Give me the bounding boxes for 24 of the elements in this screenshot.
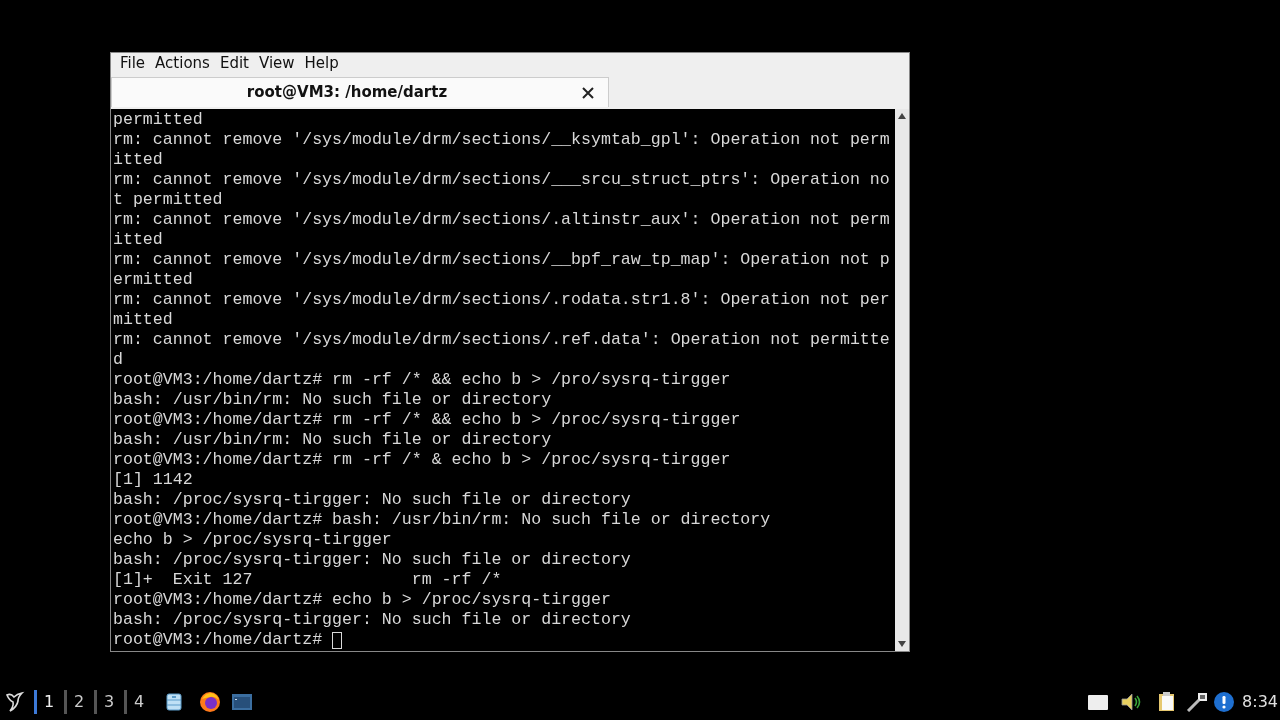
- scroll-up-icon[interactable]: [898, 113, 906, 119]
- menu-item[interactable]: Edit: [214, 52, 254, 75]
- browser-icon[interactable]: [199, 691, 221, 713]
- alert-icon[interactable]: [1214, 692, 1235, 712]
- text-cursor: [332, 631, 343, 649]
- menu-item[interactable]: Help: [299, 52, 344, 75]
- tab[interactable]: root@VM3: /home/dartz: [111, 77, 609, 107]
- close-icon[interactable]: [582, 86, 594, 99]
- workspace-button[interactable]: 1: [34, 690, 64, 714]
- scrollbar[interactable]: [895, 109, 909, 651]
- tab-title: root@VM3: /home/dartz: [245, 82, 449, 104]
- bird-logo-icon[interactable]: [5, 691, 25, 713]
- drive-icon[interactable]: [1088, 693, 1109, 711]
- scroll-down-icon[interactable]: [898, 641, 906, 647]
- menu-item[interactable]: File: [115, 52, 151, 75]
- workspace-button[interactable]: 4: [124, 690, 154, 714]
- menu-item[interactable]: View: [253, 52, 300, 75]
- clock[interactable]: 8:34: [1242, 690, 1278, 714]
- terminal-output: permitted rm: cannot remove '/sys/module/drm/sections/__ksymtab_gpl': Operation not perm itted rm: cannot remove '/sys/module/drm/sections/___srcu_struct_ptrs': Operation no t permitted rm: cannot remove '/sys/module/drm/sections/.altinstr_aux': Operation not perm itted rm: cannot remove '/sys/module/drm/sections/__bpf_raw_tp_map': Operation not p ermitted rm: cannot remove '/sys/module/drm/sections/.rodata.str1.8': Operation not per mitted rm: cannot remove '/sys/module/drm/sections/.ref.data': Operation not permitte d root@VM3:/home/dartz# rm -rf /* && echo b > /pro/sysrq-tirgger bash: /usr/bin/rm: No such file or directory root@VM3:/home/dartz# rm -rf /* && echo b > /proc/sysrq-tirgger bash: /usr/bin/rm: No such file or directory root@VM3:/home/dartz# rm -rf /* & echo b > /proc/sysrq-tirgger [1] 1142 bash: /proc/sysrq-tirgger: No such file or directory root@VM3:/home/dartz# bash: /usr/bin/rm: No such file or directory echo b > /proc/sysrq-tirgger bash: /proc/sysrq-tirgger: No such file or directory [1]+ Exit 127 rm -rf /* root@VM3:/home/dartz# echo b > /proc/sysrq-tirgger bash: /proc/sysrq-tirgger: No such file or directory root@VM3:/home/dartz#: [111, 109, 895, 651]
- network-plug-icon[interactable]: [1186, 692, 1209, 712]
- workspace-button[interactable]: 3: [94, 690, 124, 714]
- file-cabinet-icon[interactable]: [166, 693, 182, 711]
- workspace-button[interactable]: 2: [64, 690, 94, 714]
- menu-item[interactable]: Actions: [150, 52, 215, 75]
